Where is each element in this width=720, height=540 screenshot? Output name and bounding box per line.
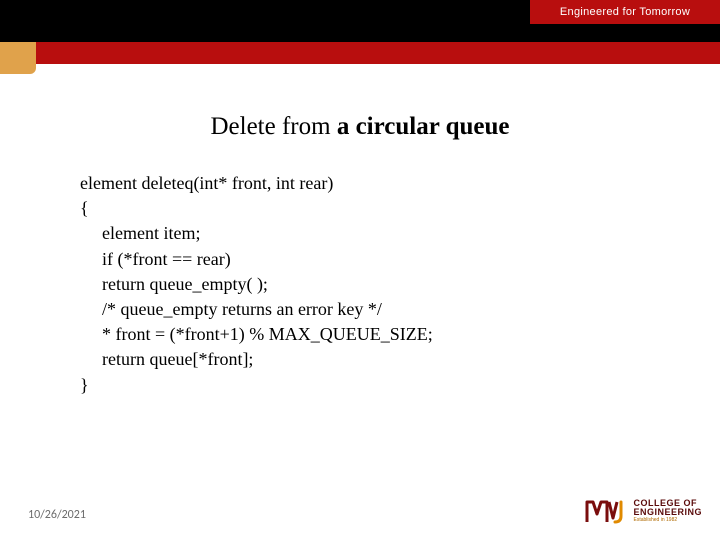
logo-text: COLLEGE OF ENGINEERING Established in 19…	[633, 499, 702, 523]
slide: Engineered for Tomorrow Delete from a ci…	[0, 0, 720, 540]
content-area: Delete from a circular queue element del…	[0, 95, 720, 540]
title-bold: a circular queue	[337, 113, 510, 140]
mvj-logo-icon	[585, 496, 629, 526]
code-line: {	[80, 196, 680, 221]
accent-corner	[0, 42, 36, 74]
red-band	[0, 42, 720, 64]
code-line: element item;	[80, 221, 680, 246]
topbar: Engineered for Tomorrow	[0, 0, 720, 42]
slide-title: Delete from a circular queue	[40, 113, 680, 141]
footer-date: 10/26/2021	[28, 508, 86, 522]
logo-line3: Established in 1982	[633, 518, 702, 523]
code-line: /* queue_empty returns an error key */	[80, 297, 680, 322]
logo-line2: ENGINEERING	[633, 508, 702, 517]
code-line: return queue[*front];	[80, 347, 680, 372]
code-line: return queue_empty( );	[80, 272, 680, 297]
code-line: if (*front == rear)	[80, 247, 680, 272]
tagline-text: Engineered for Tomorrow	[560, 6, 690, 18]
footer-logo: COLLEGE OF ENGINEERING Established in 19…	[585, 496, 702, 526]
code-line: * front = (*front+1) % MAX_QUEUE_SIZE;	[80, 322, 680, 347]
code-line: }	[80, 373, 680, 398]
title-prefix: Delete from	[210, 113, 336, 140]
code-line: element deleteq(int* front, int rear)	[80, 171, 680, 196]
code-block: element deleteq(int* front, int rear) { …	[80, 171, 680, 398]
tagline-band: Engineered for Tomorrow	[530, 0, 720, 24]
